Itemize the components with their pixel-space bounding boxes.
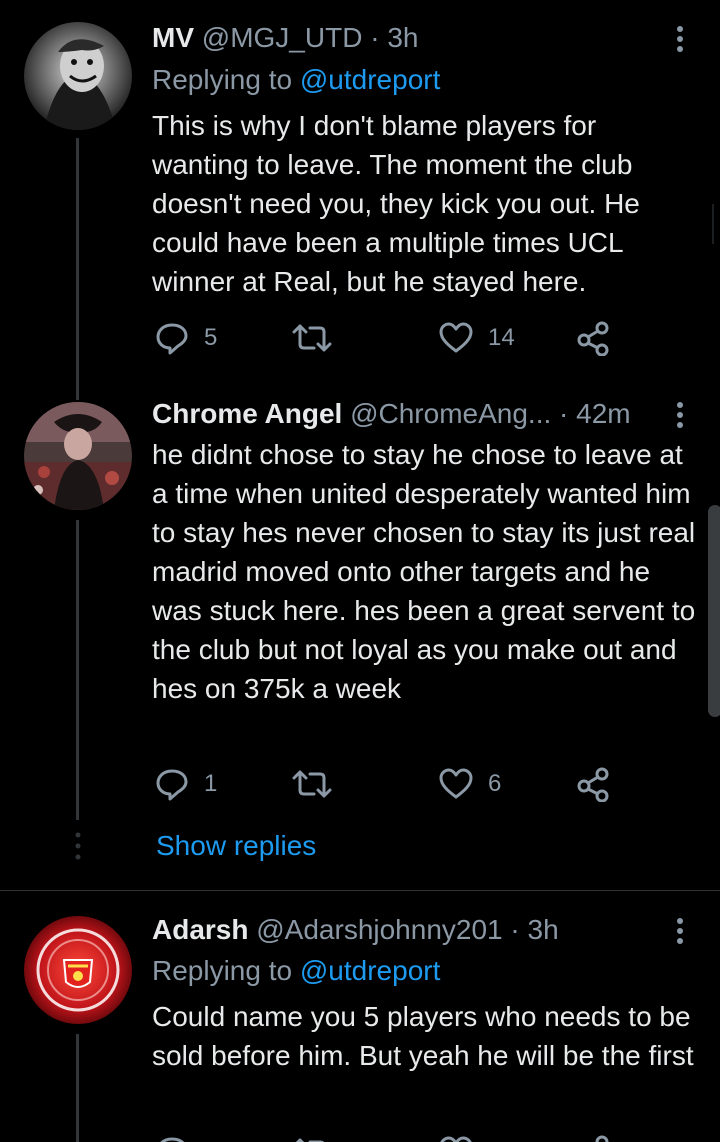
action-bar — [152, 1132, 672, 1142]
scroll-track — [712, 204, 714, 244]
replying-prefix: Replying to — [152, 955, 293, 986]
more-vertical-icon[interactable] — [664, 918, 696, 944]
tweet-adarsh[interactable]: Adarsh @Adarshjohnny201 · 3h Replying to… — [0, 0, 720, 1142]
separator: · — [510, 914, 520, 945]
retweet-icon — [295, 1138, 324, 1142]
tweet-text: Could name you 5 players who needs to be… — [152, 1001, 694, 1071]
share-button[interactable] — [576, 1132, 612, 1142]
user-handle[interactable]: @Adarshjohnny201 — [256, 914, 502, 945]
thread-line — [76, 1034, 79, 1142]
display-name[interactable]: Adarsh — [152, 914, 248, 945]
scrollbar-thumb[interactable] — [708, 505, 720, 717]
retweet-button[interactable] — [292, 1132, 332, 1142]
timestamp[interactable]: 3h — [528, 914, 559, 945]
replying-to: Replying to @utdreport — [152, 953, 440, 989]
like-button[interactable] — [438, 1132, 474, 1142]
reply-icon — [160, 1137, 185, 1142]
heart-icon — [440, 1136, 472, 1142]
tweet-header: Adarsh @Adarshjohnny201 · 3h — [152, 912, 559, 948]
share-icon — [595, 1135, 609, 1142]
mention-link[interactable]: @utdreport — [300, 955, 441, 986]
avatar-adarsh[interactable] — [24, 916, 132, 1024]
reply-button[interactable] — [154, 1132, 190, 1142]
